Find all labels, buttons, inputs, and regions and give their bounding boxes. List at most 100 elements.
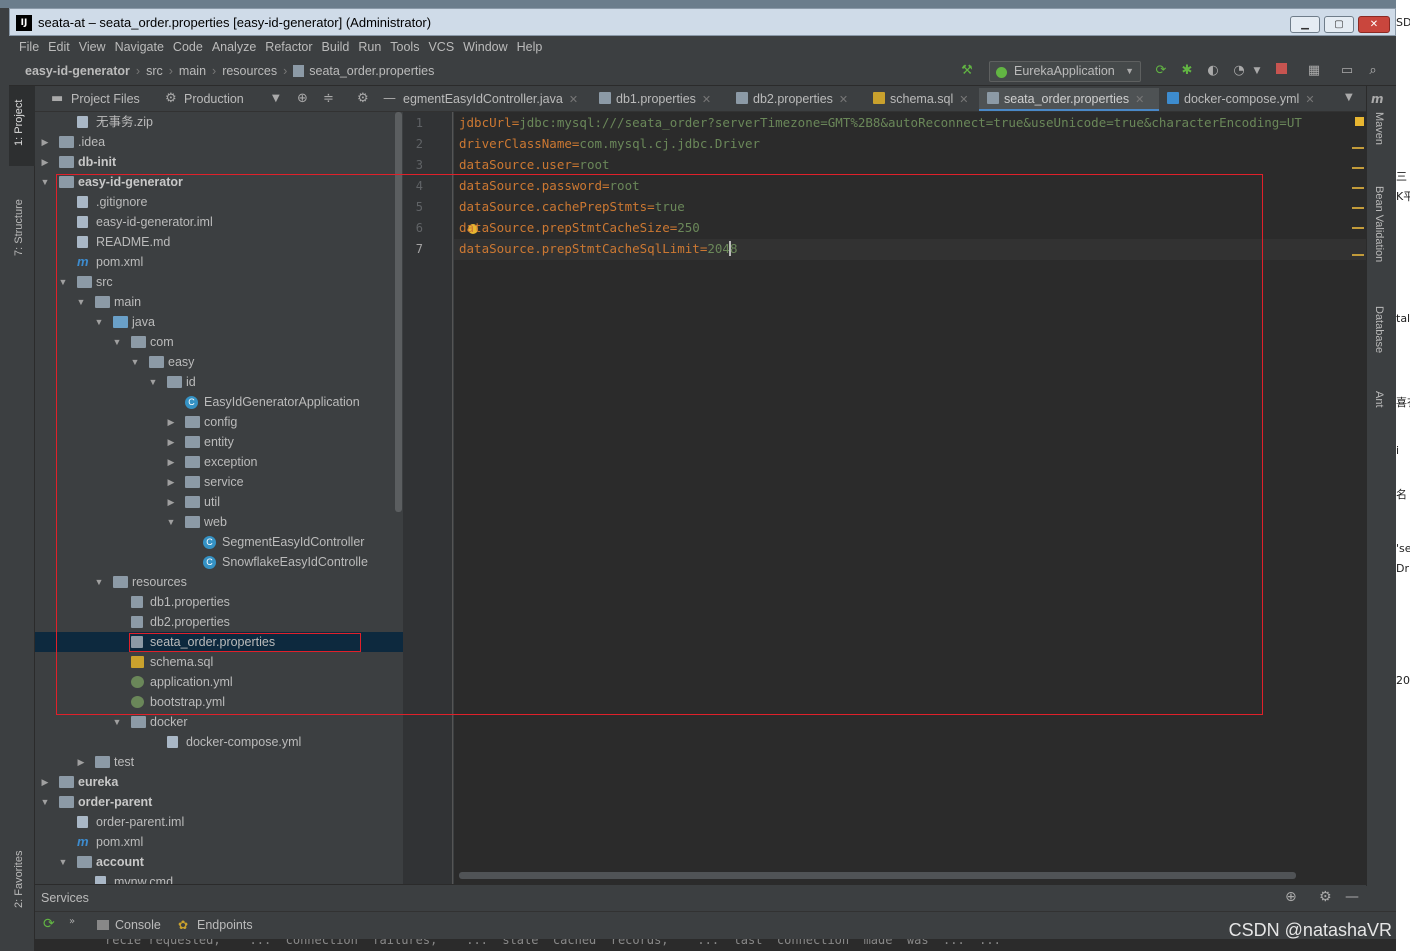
expanded-arrow-icon[interactable]: ▼ — [93, 312, 105, 332]
tree-item[interactable]: ▶ .idea — [35, 132, 403, 152]
collapsed-arrow-icon[interactable]: ▶ — [39, 132, 51, 152]
tab-endpoints[interactable]: Endpoints — [197, 918, 253, 932]
menu-run[interactable]: Run — [358, 40, 381, 54]
editor-tab[interactable]: db2.properties ✕ — [728, 88, 865, 111]
editor-tab[interactable]: docker-compose.yml ✕ — [1159, 88, 1337, 111]
tree-item[interactable]: ▶ eureka — [35, 772, 403, 792]
rerun-icon[interactable]: ⟳ — [1153, 63, 1169, 79]
editor-horizontal-scrollbar[interactable] — [459, 872, 1296, 879]
tab-console[interactable]: Console — [115, 918, 161, 932]
menu-tools[interactable]: Tools — [390, 40, 419, 54]
breadcrumb-item[interactable]: seata_order.properties — [309, 64, 434, 78]
menu-vcs[interactable]: VCS — [428, 40, 454, 54]
expanded-arrow-icon[interactable]: ▼ — [39, 172, 51, 192]
expanded-arrow-icon[interactable]: ▼ — [111, 332, 123, 352]
minimize-button[interactable]: ▁ — [1290, 16, 1320, 33]
collapsed-arrow-icon[interactable]: ▶ — [75, 752, 87, 772]
tree-item[interactable]: m pom.xml — [35, 252, 403, 272]
double-chevron-icon[interactable]: » — [69, 916, 75, 927]
tree-item[interactable]: db2.properties — [35, 612, 403, 632]
hide-icon[interactable]: — — [383, 91, 396, 106]
menu-navigate[interactable]: Navigate — [115, 40, 164, 54]
tree-item[interactable]: 无事务.zip — [35, 112, 403, 132]
tree-item[interactable]: ▼ src — [35, 272, 403, 292]
tree-item[interactable]: ▼ com — [35, 332, 403, 352]
tree-item[interactable]: ▼ account — [35, 852, 403, 872]
close-tab-icon[interactable]: ✕ — [702, 94, 711, 106]
expanded-arrow-icon[interactable]: ▼ — [165, 512, 177, 532]
menu-view[interactable]: View — [79, 40, 106, 54]
collapsed-arrow-icon[interactable]: ▶ — [165, 492, 177, 512]
expanded-arrow-icon[interactable]: ▼ — [57, 272, 69, 292]
tree-item[interactable]: C EasyIdGeneratorApplication — [35, 392, 403, 412]
tree-item[interactable]: easy-id-generator.iml — [35, 212, 403, 232]
expanded-arrow-icon[interactable]: ▼ — [75, 292, 87, 312]
tree-item[interactable]: db1.properties — [35, 592, 403, 612]
gear-icon[interactable]: ⚙ — [1319, 889, 1332, 905]
tree-item[interactable]: ▶ exception — [35, 452, 403, 472]
structure-tool-tab[interactable]: 7: Structure — [13, 199, 25, 256]
editor-tab[interactable]: schema.sql ✕ — [865, 88, 979, 111]
project-tool-tab[interactable]: 1: Project — [13, 100, 25, 146]
tab-project-files[interactable]: Project Files — [71, 92, 140, 106]
tree-item[interactable]: ▶ test — [35, 752, 403, 772]
collapsed-arrow-icon[interactable]: ▶ — [165, 452, 177, 472]
close-button[interactable]: ✕ — [1358, 16, 1390, 33]
menu-help[interactable]: Help — [517, 40, 543, 54]
chevron-down-icon[interactable]: ▼ — [1345, 92, 1353, 103]
collapsed-arrow-icon[interactable]: ▶ — [165, 472, 177, 492]
maximize-button[interactable]: ▢ — [1324, 16, 1354, 33]
hide-icon[interactable]: — — [1345, 889, 1359, 905]
close-tab-icon[interactable]: ✕ — [959, 94, 968, 106]
stop-icon[interactable] — [1273, 63, 1289, 79]
code-line[interactable]: dataSource.cachePrepStmts=true — [459, 199, 685, 214]
code-line[interactable]: jdbcUrl=jdbc:mysql:///seata_order?server… — [459, 115, 1302, 130]
maven-tool-tab[interactable]: Maven — [1373, 112, 1385, 145]
search-icon[interactable]: ⌕ — [1365, 63, 1381, 79]
gear-icon[interactable]: ⚙ — [357, 91, 369, 106]
code-line[interactable]: dataSource.password=root — [459, 178, 640, 193]
ant-tool-tab[interactable]: Ant — [1373, 391, 1385, 408]
tree-item[interactable]: ▼ resources — [35, 572, 403, 592]
tree-item[interactable]: bootstrap.yml — [35, 692, 403, 712]
menu-analyze[interactable]: Analyze — [212, 40, 256, 54]
menu-build[interactable]: Build — [322, 40, 350, 54]
breadcrumb-item[interactable]: easy-id-generator — [25, 64, 130, 78]
hammer-icon[interactable]: ⚒ — [959, 63, 975, 79]
collapsed-arrow-icon[interactable]: ▶ — [39, 772, 51, 792]
breadcrumb-item[interactable]: resources — [222, 64, 277, 78]
collapsed-arrow-icon[interactable]: ▶ — [165, 432, 177, 452]
tree-item[interactable]: ▶ entity — [35, 432, 403, 452]
globe-icon[interactable]: ⊕ — [1285, 889, 1297, 905]
project-structure-icon[interactable]: ▦ — [1306, 63, 1322, 79]
tree-item[interactable]: ▼ docker — [35, 712, 403, 732]
menu-edit[interactable]: Edit — [48, 40, 70, 54]
tree-item[interactable]: C SnowflakeEasyIdControlle — [35, 552, 403, 572]
editor-tab[interactable]: egmentEasyIdController.java ✕ — [403, 88, 591, 111]
locate-icon[interactable]: ⊕ — [297, 91, 308, 106]
breadcrumb-item[interactable]: main — [179, 64, 206, 78]
rerun-icon[interactable]: ⟳ — [43, 916, 55, 932]
coverage-icon[interactable]: ◐ — [1205, 63, 1221, 79]
editor-tab[interactable]: seata_order.properties ✕ — [979, 88, 1159, 111]
tree-item[interactable]: ▼ web — [35, 512, 403, 532]
expanded-arrow-icon[interactable]: ▼ — [147, 372, 159, 392]
tree-item[interactable]: ▶ util — [35, 492, 403, 512]
tree-item[interactable]: seata_order.properties — [35, 632, 403, 652]
tree-item[interactable]: mvnw.cmd — [35, 872, 403, 884]
close-tab-icon[interactable]: ✕ — [839, 94, 848, 106]
expanded-arrow-icon[interactable]: ▼ — [111, 712, 123, 732]
collapsed-arrow-icon[interactable]: ▶ — [39, 152, 51, 172]
database-tool-tab[interactable]: Database — [1373, 306, 1385, 353]
layout-icon[interactable]: ▭ — [1339, 63, 1355, 79]
breadcrumb-item[interactable]: src — [146, 64, 163, 78]
run-configuration-dropdown[interactable]: EurekaApplication ▼ — [989, 61, 1141, 82]
tree-item[interactable]: ▼ easy-id-generator — [35, 172, 403, 192]
profile-icon[interactable]: ◔ — [1231, 63, 1247, 79]
tree-item[interactable]: ▼ id — [35, 372, 403, 392]
tree-item[interactable]: ▼ main — [35, 292, 403, 312]
tree-item[interactable]: order-parent.iml — [35, 812, 403, 832]
expanded-arrow-icon[interactable]: ▼ — [57, 852, 69, 872]
menu-window[interactable]: Window — [463, 40, 507, 54]
tree-item[interactable]: C SegmentEasyIdController — [35, 532, 403, 552]
